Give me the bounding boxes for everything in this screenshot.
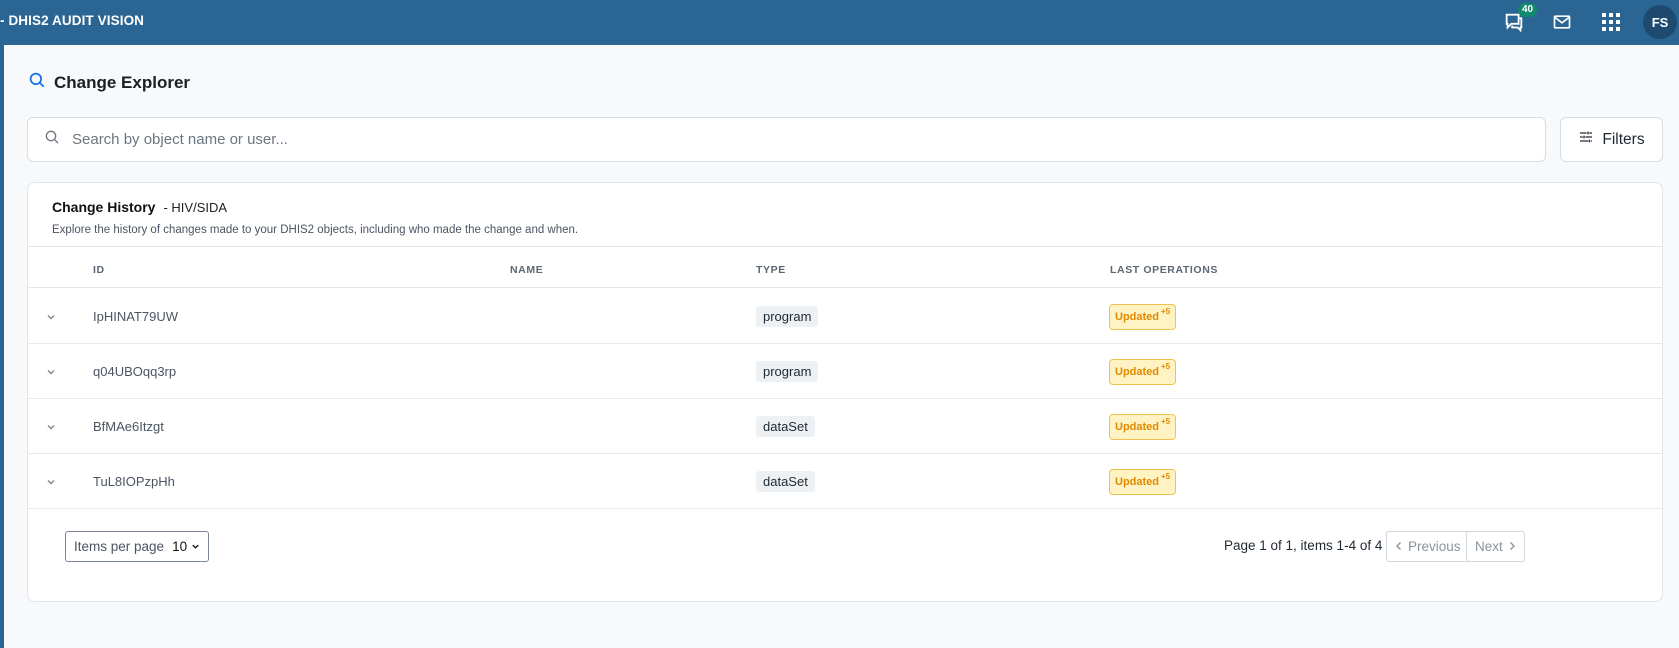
- items-per-page-value: 10: [172, 539, 188, 554]
- chevron-down-icon: [191, 539, 200, 554]
- next-label: Next: [1475, 539, 1503, 554]
- filters-button[interactable]: Filters: [1560, 117, 1663, 162]
- items-per-page-label: Items per page: [74, 539, 165, 554]
- operation-badge[interactable]: Updated +5: [1109, 303, 1177, 330]
- app-title: - DHIS2 AUDIT VISION: [0, 13, 145, 28]
- expand-chevron-icon[interactable]: [43, 399, 59, 454]
- type-pill: dataSet: [756, 416, 815, 437]
- column-header-id[interactable]: ID: [93, 264, 105, 276]
- pagination-footer: Items per page 10 Page 1 of 1, items 1-4…: [28, 516, 1662, 586]
- table-row[interactable]: TuL8IOPzpHh dataSet Updated +5: [28, 454, 1662, 509]
- expand-chevron-icon[interactable]: [43, 289, 59, 344]
- operation-badge[interactable]: Updated +5: [1109, 358, 1177, 385]
- change-history-card: Change History - HIV/SIDA Explore the hi…: [27, 182, 1663, 602]
- apps-grid-icon[interactable]: [1599, 10, 1623, 34]
- sliders-icon: [1578, 129, 1594, 150]
- operation-extra-count: +5: [1161, 416, 1171, 426]
- search-input[interactable]: [72, 131, 1472, 148]
- row-id: IpHINAT79UW: [93, 309, 178, 324]
- notification-badge: 40: [1518, 3, 1538, 17]
- page-header: Change Explorer: [28, 71, 190, 94]
- card-description: Explore the history of changes made to y…: [52, 224, 579, 236]
- operation-badge[interactable]: Updated +5: [1109, 468, 1177, 495]
- type-pill: program: [756, 361, 819, 382]
- row-id: TuL8IOPzpHh: [93, 474, 175, 489]
- top-bar: - DHIS2 AUDIT VISION 40 FS: [0, 0, 1679, 45]
- card-subtitle: - HIV/SIDA: [163, 200, 228, 215]
- column-header-type[interactable]: TYPE: [756, 264, 786, 276]
- column-header-last-operations[interactable]: LAST OPERATIONS: [1110, 264, 1218, 276]
- operation-label: Updated: [1115, 420, 1159, 433]
- row-id: BfMAe6Itzgt: [93, 419, 164, 434]
- filters-label: Filters: [1602, 130, 1645, 148]
- operation-badge[interactable]: Updated +5: [1109, 413, 1177, 440]
- operation-extra-count: +5: [1161, 361, 1171, 371]
- table-row[interactable]: q04UBOqq3rp program Updated +5: [28, 344, 1662, 399]
- page-info: Page 1 of 1, items 1-4 of 4: [1224, 538, 1383, 553]
- table-row[interactable]: BfMAe6Itzgt dataSet Updated +5: [28, 399, 1662, 454]
- operation-label: Updated: [1115, 475, 1159, 488]
- chevron-left-icon: [1395, 539, 1403, 554]
- chevron-right-icon: [1508, 539, 1516, 554]
- table-row[interactable]: IpHINAT79UW program Updated +5: [28, 289, 1662, 344]
- mail-icon[interactable]: [1550, 10, 1574, 34]
- type-pill: dataSet: [756, 471, 815, 492]
- previous-button[interactable]: Previous: [1386, 531, 1470, 562]
- page-title: Change Explorer: [54, 72, 191, 92]
- card-header: Change History - HIV/SIDA Explore the hi…: [52, 199, 578, 236]
- main-content: Change Explorer Filters Change History -…: [4, 45, 1679, 648]
- operation-label: Updated: [1115, 365, 1159, 378]
- type-pill: program: [756, 306, 819, 327]
- search-icon: [44, 129, 60, 150]
- operation-label: Updated: [1115, 310, 1159, 323]
- expand-chevron-icon[interactable]: [43, 344, 59, 399]
- search-icon: [28, 71, 46, 94]
- operation-extra-count: +5: [1161, 471, 1171, 481]
- user-avatar[interactable]: FS: [1643, 5, 1677, 39]
- column-header-name[interactable]: NAME: [510, 264, 543, 276]
- previous-label: Previous: [1408, 539, 1461, 554]
- items-per-page-select[interactable]: Items per page 10: [65, 531, 209, 562]
- search-bar[interactable]: [27, 117, 1546, 162]
- table-header: ID NAME TYPE LAST OPERATIONS: [28, 246, 1662, 288]
- card-title: Change History: [52, 199, 156, 215]
- row-id: q04UBOqq3rp: [93, 364, 177, 379]
- operation-extra-count: +5: [1161, 306, 1171, 316]
- expand-chevron-icon[interactable]: [43, 454, 59, 509]
- next-button[interactable]: Next: [1466, 531, 1525, 562]
